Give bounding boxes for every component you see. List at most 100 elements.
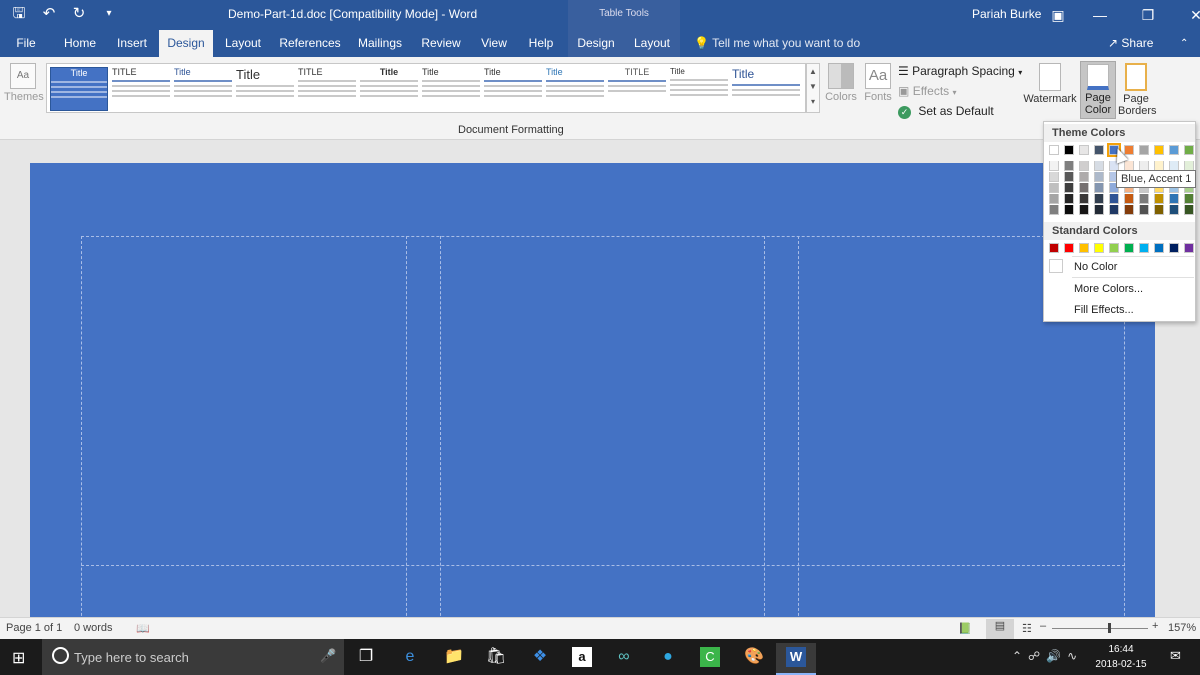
- standard-color-swatch[interactable]: [1064, 243, 1074, 253]
- tab-file[interactable]: File: [6, 30, 46, 57]
- tab-review[interactable]: Review: [418, 30, 464, 57]
- share-button[interactable]: ↗ Share: [1108, 30, 1153, 57]
- page-count[interactable]: Page 1 of 1: [6, 622, 62, 634]
- windows-start-icon[interactable]: ⊞: [12, 648, 25, 668]
- style-set-item[interactable]: Title: [360, 67, 418, 111]
- camtasia-icon[interactable]: C: [690, 643, 730, 675]
- task-view-icon[interactable]: ❐: [346, 643, 386, 675]
- page-borders-button[interactable]: Page Borders: [1118, 63, 1157, 117]
- read-mode-icon[interactable]: 📗: [958, 622, 972, 635]
- theme-color-swatch[interactable]: [1079, 145, 1089, 155]
- standard-color-swatch[interactable]: [1154, 243, 1164, 253]
- style-set-item[interactable]: Title: [50, 67, 108, 111]
- style-set-item[interactable]: Title: [670, 67, 728, 111]
- theme-shade-swatch[interactable]: [1049, 205, 1059, 215]
- standard-color-swatch[interactable]: [1184, 243, 1194, 253]
- user-name[interactable]: Pariah Burke: [972, 7, 1041, 21]
- theme-color-swatch[interactable]: [1049, 145, 1059, 155]
- theme-color-swatch[interactable]: [1064, 145, 1074, 155]
- theme-shade-swatch[interactable]: [1094, 205, 1104, 215]
- theme-shade-swatch[interactable]: [1094, 161, 1104, 171]
- theme-shade-swatch[interactable]: [1169, 205, 1179, 215]
- theme-shade-swatch[interactable]: [1184, 205, 1194, 215]
- theme-shade-swatch[interactable]: [1139, 205, 1149, 215]
- theme-shade-swatch[interactable]: [1079, 194, 1089, 204]
- theme-shade-swatch[interactable]: [1094, 194, 1104, 204]
- tab-layout[interactable]: Layout: [220, 30, 266, 57]
- theme-shade-swatch[interactable]: [1169, 194, 1179, 204]
- zoom-slider[interactable]: [1052, 628, 1148, 629]
- style-set-item[interactable]: TITLE: [608, 67, 666, 111]
- tell-me-box[interactable]: 💡 Tell me what you want to do: [694, 30, 860, 57]
- theme-shade-swatch[interactable]: [1064, 161, 1074, 171]
- undo-icon[interactable]: ↶: [40, 4, 58, 24]
- standard-color-swatch[interactable]: [1139, 243, 1149, 253]
- theme-shade-swatch[interactable]: [1079, 205, 1089, 215]
- fill-effects-option[interactable]: Fill Effects...: [1074, 304, 1134, 316]
- gallery-scroll[interactable]: ▲ ▼ ▾: [806, 63, 820, 113]
- theme-shade-swatch[interactable]: [1049, 172, 1059, 182]
- theme-shade-swatch[interactable]: [1064, 183, 1074, 193]
- theme-shade-swatch[interactable]: [1094, 172, 1104, 182]
- customize-qat-icon[interactable]: ▾: [100, 4, 118, 24]
- store-icon[interactable]: 🛍: [476, 643, 516, 675]
- skype-icon[interactable]: ●: [648, 643, 688, 675]
- style-set-item[interactable]: Title: [732, 67, 800, 111]
- theme-shade-swatch[interactable]: [1109, 205, 1119, 215]
- style-set-item[interactable]: Title: [546, 67, 604, 111]
- zoom-out-icon[interactable]: –: [1040, 620, 1046, 632]
- standard-color-swatch[interactable]: [1169, 243, 1179, 253]
- close-button[interactable]: ✕: [1172, 3, 1200, 27]
- style-set-item[interactable]: Title: [422, 67, 480, 111]
- amazon-icon[interactable]: a: [562, 643, 602, 675]
- theme-shade-swatch[interactable]: [1064, 194, 1074, 204]
- web-layout-icon[interactable]: ☷: [1022, 622, 1032, 635]
- theme-shade-swatch[interactable]: [1139, 194, 1149, 204]
- theme-color-swatch[interactable]: [1184, 145, 1194, 155]
- theme-color-swatch[interactable]: [1094, 145, 1104, 155]
- save-icon[interactable]: 🖫: [10, 4, 28, 24]
- theme-shade-swatch[interactable]: [1109, 194, 1119, 204]
- proofing-icon[interactable]: 📖: [136, 622, 150, 635]
- notification-icon[interactable]: ✉: [1170, 648, 1181, 664]
- standard-color-swatch[interactable]: [1049, 243, 1059, 253]
- document-page[interactable]: [30, 163, 1155, 636]
- effects-button[interactable]: ▣ Effects ▾: [898, 84, 957, 98]
- page-color-button[interactable]: Page Color: [1080, 61, 1116, 119]
- system-tray-icons[interactable]: ⌃☍🔊∿: [1012, 649, 1083, 663]
- microphone-icon[interactable]: 🎤: [320, 648, 336, 664]
- print-layout-icon[interactable]: ▤: [986, 619, 1014, 639]
- tab-view[interactable]: View: [474, 30, 514, 57]
- tab-design[interactable]: Design: [159, 30, 213, 57]
- colors-button[interactable]: Colors: [824, 63, 858, 103]
- tab-help[interactable]: Help: [522, 30, 560, 57]
- style-set-item[interactable]: Title: [174, 67, 232, 111]
- theme-shade-swatch[interactable]: [1079, 183, 1089, 193]
- paint-icon[interactable]: 🎨: [734, 643, 774, 675]
- taskbar-search[interactable]: Type here to search 🎤: [42, 639, 344, 675]
- theme-color-swatch[interactable]: [1154, 145, 1164, 155]
- dropbox-icon[interactable]: ❖: [520, 643, 560, 675]
- theme-shade-swatch[interactable]: [1124, 205, 1134, 215]
- table-gridlines[interactable]: [81, 236, 1125, 636]
- tab-table-layout[interactable]: Layout: [628, 30, 676, 57]
- style-set-item[interactable]: TITLE: [298, 67, 356, 111]
- zoom-slider-thumb[interactable]: [1108, 623, 1111, 633]
- watermark-button[interactable]: Watermark: [1022, 63, 1078, 105]
- theme-shade-swatch[interactable]: [1124, 194, 1134, 204]
- more-colors-option[interactable]: More Colors...: [1074, 283, 1143, 295]
- word-count[interactable]: 0 words: [74, 622, 113, 634]
- standard-color-swatch[interactable]: [1109, 243, 1119, 253]
- edge-icon[interactable]: e: [390, 643, 430, 675]
- theme-shade-swatch[interactable]: [1094, 183, 1104, 193]
- theme-color-swatch[interactable]: [1169, 145, 1179, 155]
- minimize-button[interactable]: —: [1076, 3, 1124, 27]
- paragraph-spacing-button[interactable]: ☰ Paragraph Spacing ▾: [898, 64, 1022, 78]
- style-set-item[interactable]: Title: [236, 67, 294, 111]
- theme-shade-swatch[interactable]: [1049, 161, 1059, 171]
- no-color-option[interactable]: No Color: [1074, 261, 1117, 273]
- style-set-item[interactable]: TITLE: [112, 67, 170, 111]
- file-explorer-icon[interactable]: 📁: [434, 643, 474, 675]
- zoom-in-icon[interactable]: +: [1152, 620, 1158, 632]
- theme-shade-swatch[interactable]: [1154, 194, 1164, 204]
